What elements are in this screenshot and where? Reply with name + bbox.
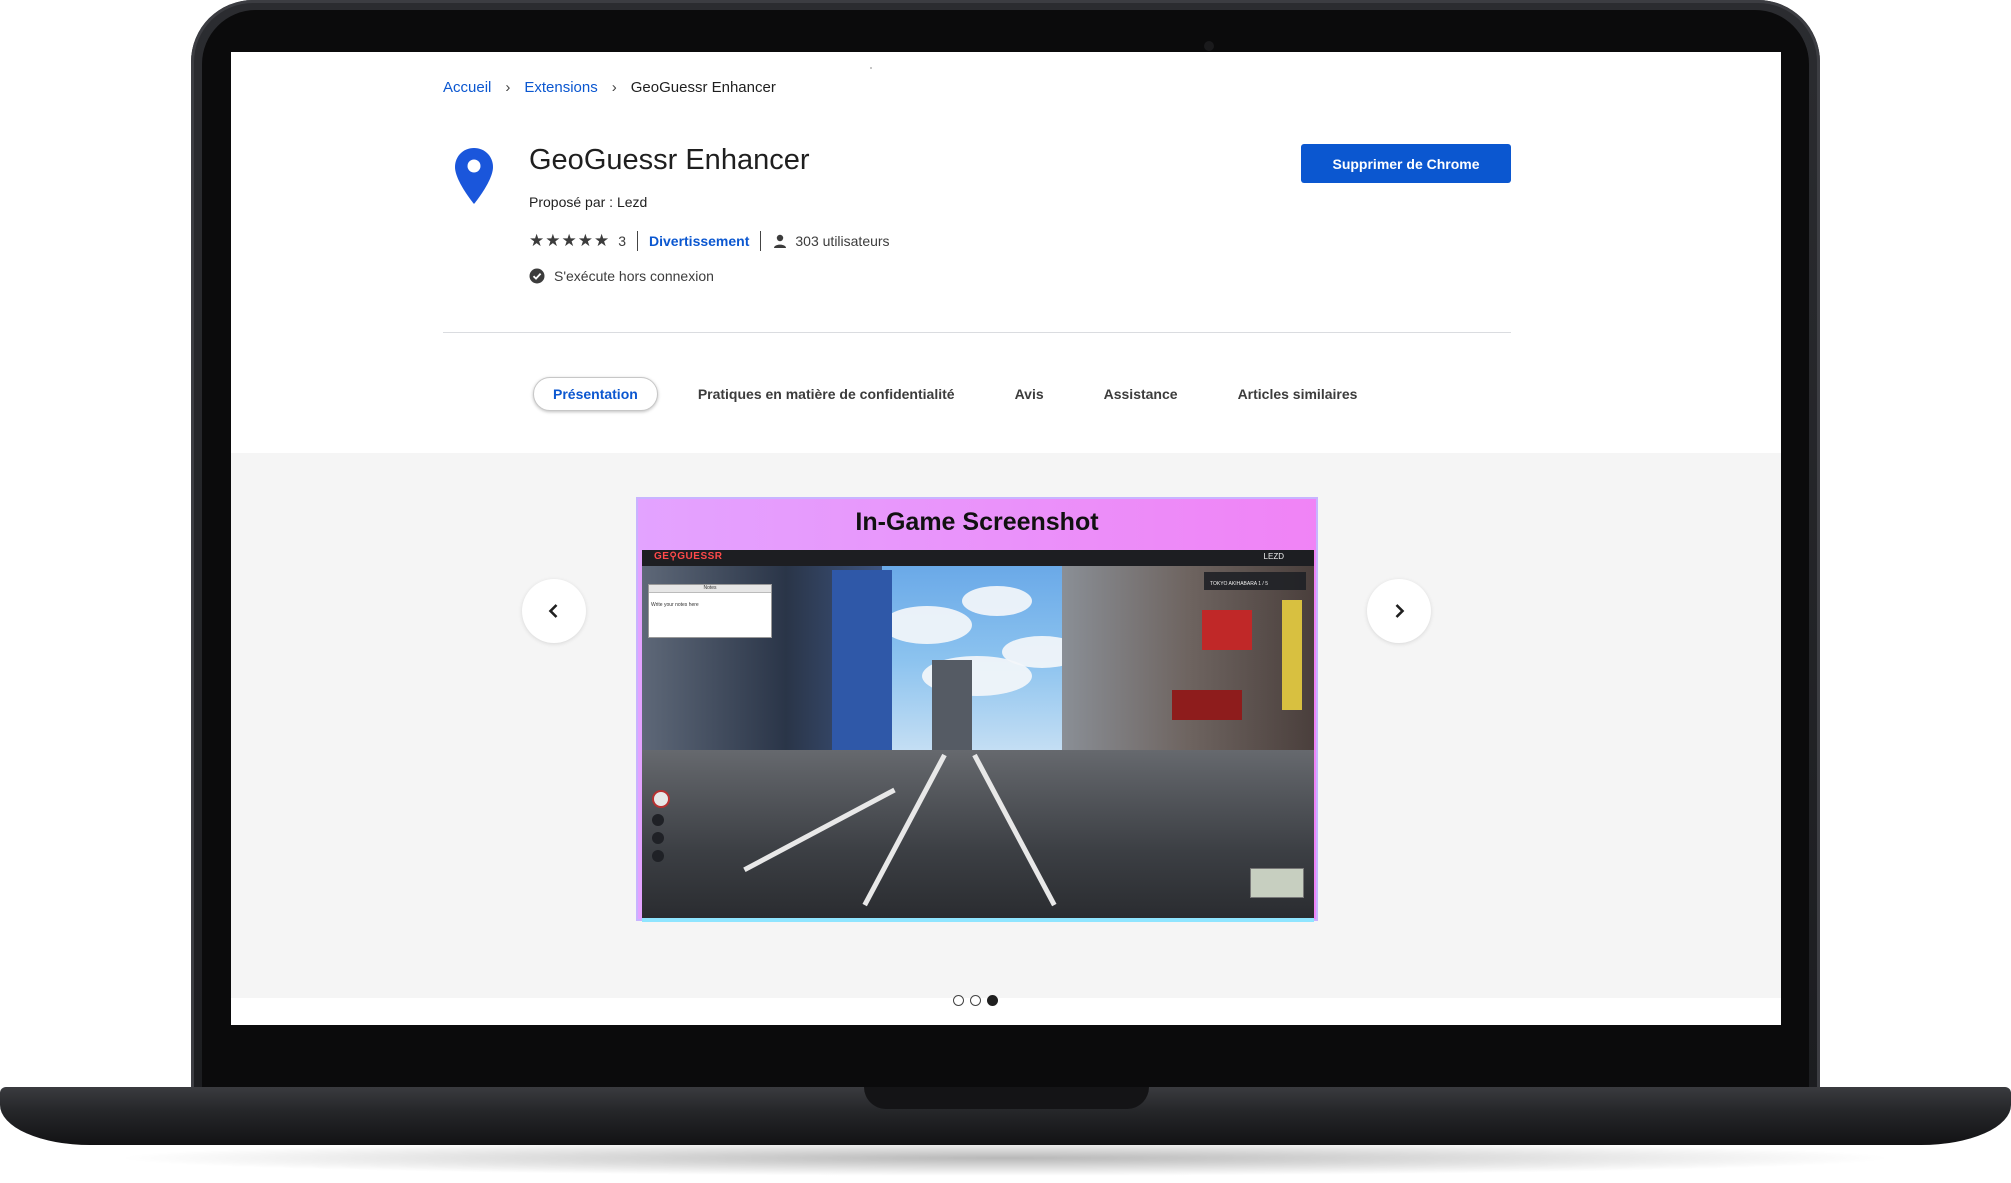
- gallery-prev-button[interactable]: [522, 579, 586, 643]
- game-control-icon: [652, 814, 664, 826]
- meta-divider: [760, 231, 762, 251]
- extension-meta: ★★★★★ 3 Divertissement 303 utilisateurs: [529, 231, 890, 251]
- gallery-dot-1[interactable]: [953, 995, 964, 1006]
- road: [642, 750, 1314, 918]
- game-logo: GE⚲GUESSR: [654, 551, 723, 562]
- person-icon: [774, 234, 787, 248]
- decorative-dot: [870, 67, 872, 69]
- gallery-pagination: [953, 995, 1004, 1006]
- camera: [1204, 41, 1214, 51]
- extension-author[interactable]: Proposé par : Lezd: [529, 194, 647, 210]
- minimap: [1250, 868, 1304, 898]
- billboard: [1172, 690, 1242, 720]
- offline-label: S'exécute hors connexion: [554, 268, 714, 284]
- game-hud: TOKYO AKIHABARA 1 / 5: [1204, 572, 1306, 590]
- breadcrumb: Accueil › Extensions › GeoGuessr Enhance…: [443, 79, 776, 96]
- notes-panel: Notes Write your notes here: [648, 584, 772, 638]
- tab-overview[interactable]: Présentation: [533, 377, 658, 411]
- screenshot-gallery: In-Game Screenshot GE⚲GUESSR LEZD Notes …: [231, 453, 1781, 1006]
- gallery-dot-2[interactable]: [970, 995, 981, 1006]
- game-control-icon: [652, 832, 664, 844]
- game-control-icon: [652, 850, 664, 862]
- rating-stars[interactable]: ★★★★★: [529, 231, 610, 251]
- chevron-right-icon: [1395, 604, 1405, 618]
- breadcrumb-current: GeoGuessr Enhancer: [630, 79, 776, 96]
- tab-bar: Présentation Pratiques en matière de con…: [533, 376, 1417, 412]
- category-link[interactable]: Divertissement: [649, 233, 749, 249]
- offline-status: S'exécute hors connexion: [529, 268, 714, 284]
- gallery-next-button[interactable]: [1367, 579, 1431, 643]
- chevron-left-icon: [548, 604, 558, 618]
- breadcrumb-extensions-link[interactable]: Extensions: [524, 79, 597, 96]
- chevron-right-icon: ›: [505, 79, 511, 96]
- tab-privacy[interactable]: Pratiques en matière de confidentialité: [698, 386, 955, 402]
- gallery-dot-3[interactable]: [987, 995, 998, 1006]
- browser-screen: Accueil › Extensions › GeoGuessr Enhance…: [231, 52, 1781, 1025]
- slide-title: In-Game Screenshot: [855, 508, 1099, 536]
- laptop-notch: [864, 1087, 1149, 1109]
- extension-title: GeoGuessr Enhancer: [529, 144, 810, 176]
- billboard: [1282, 600, 1302, 710]
- meta-divider: [637, 231, 638, 251]
- game-screenshot: GE⚲GUESSR LEZD Notes Write your notes he…: [642, 550, 1314, 922]
- check-circle-icon: [529, 268, 545, 284]
- game-user: LEZD: [1263, 552, 1284, 561]
- rating-count[interactable]: 3: [618, 233, 626, 249]
- notes-header: Notes: [649, 585, 771, 593]
- tab-reviews[interactable]: Avis: [1015, 386, 1044, 402]
- map-pin-icon: [455, 148, 493, 204]
- breadcrumb-home-link[interactable]: Accueil: [443, 79, 491, 96]
- tab-related[interactable]: Articles similaires: [1238, 386, 1358, 402]
- tab-support[interactable]: Assistance: [1104, 386, 1178, 402]
- notes-placeholder: Write your notes here: [651, 602, 699, 608]
- chevron-right-icon: ›: [611, 79, 617, 96]
- gallery-slide[interactable]: In-Game Screenshot GE⚲GUESSR LEZD Notes …: [636, 497, 1318, 922]
- remove-from-chrome-button[interactable]: Supprimer de Chrome: [1301, 144, 1511, 183]
- header-divider: [443, 332, 1511, 333]
- game-top-bar: GE⚲GUESSR LEZD: [642, 550, 1314, 566]
- billboard: [1202, 610, 1252, 650]
- laptop-shadow: [110, 1140, 1900, 1176]
- compass-icon: [652, 790, 670, 808]
- user-count: 303 utilisateurs: [795, 233, 890, 249]
